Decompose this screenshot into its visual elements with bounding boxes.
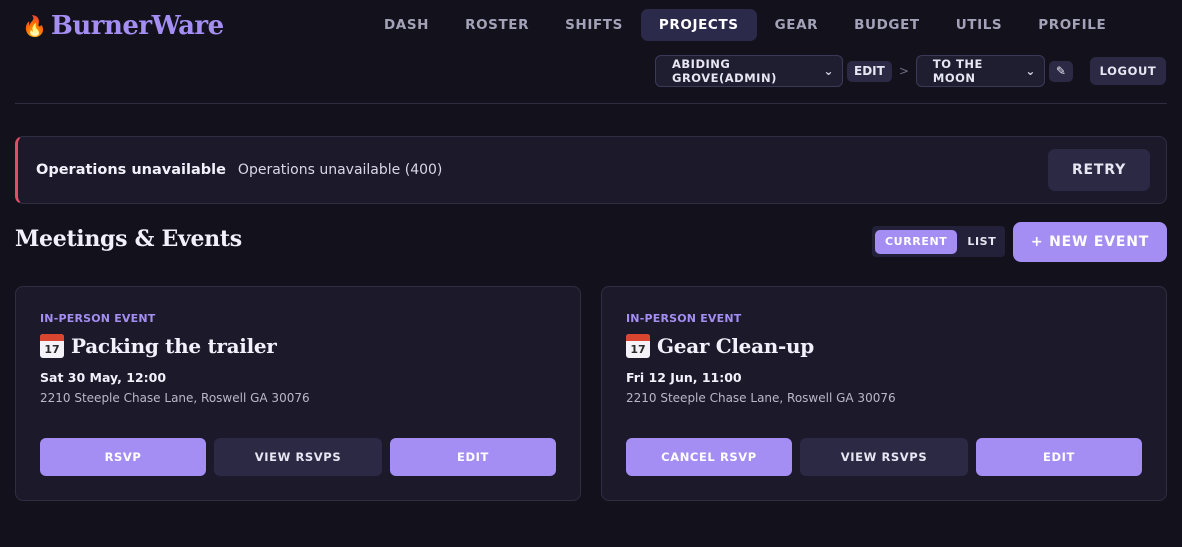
nav-item-projects[interactable]: PROJECTS	[640, 9, 757, 41]
event-address: 2210 Steeple Chase Lane, Roswell GA 3007…	[626, 391, 896, 405]
event-title: Gear Clean-up	[657, 334, 814, 358]
nav-item-roster[interactable]: ROSTER	[447, 9, 547, 41]
rsvp-button[interactable]: RSVP	[40, 438, 206, 476]
nav-item-utils[interactable]: UTILS	[938, 9, 1021, 41]
chevron-down-icon: ⌄	[823, 64, 834, 78]
main-nav: DASH ROSTER SHIFTS PROJECTS GEAR BUDGET …	[366, 9, 1124, 41]
project-select-value: TO THE MOON	[932, 57, 983, 85]
page-title: Meetings & Events	[15, 226, 242, 252]
chevron-down-icon: ⌄	[1025, 64, 1036, 78]
edit-project-button[interactable]: ✎	[1048, 60, 1073, 82]
logout-button[interactable]: LOGOUT	[1090, 57, 1166, 85]
breadcrumb-separator: >	[898, 64, 909, 78]
brand-name: BurnerWare	[50, 11, 224, 41]
view-toggle: CURRENT LIST	[872, 226, 1005, 257]
project-select[interactable]: TO THE MOON ⌄	[915, 55, 1045, 87]
nav-item-budget[interactable]: BUDGET	[836, 9, 938, 41]
alert-title: Operations unavailable	[36, 162, 226, 178]
cancel-rsvp-button[interactable]: CANCEL RSVP	[626, 438, 792, 476]
new-event-button[interactable]: + NEW EVENT	[1013, 222, 1167, 262]
pencil-icon: ✎	[1055, 64, 1066, 78]
event-address: 2210 Steeple Chase Lane, Roswell GA 3007…	[40, 391, 310, 405]
view-rsvps-button[interactable]: VIEW RSVPS	[800, 438, 968, 476]
nav-item-profile[interactable]: PROFILE	[1020, 9, 1124, 41]
edit-event-button[interactable]: EDIT	[976, 438, 1142, 476]
context-bar: ABIDING GROVE(ADMIN) ⌄ EDIT > TO THE MOO…	[655, 55, 1073, 87]
calendar-icon: 17	[40, 334, 64, 358]
event-card: IN-PERSON EVENT 17 Gear Clean-up Fri 12 …	[601, 286, 1167, 501]
view-rsvps-button[interactable]: VIEW RSVPS	[214, 438, 382, 476]
org-select[interactable]: ABIDING GROVE(ADMIN) ⌄	[655, 55, 843, 87]
nav-item-dash[interactable]: DASH	[366, 9, 447, 41]
brand-logo[interactable]: 🔥 BurnerWare	[22, 8, 224, 44]
nav-item-shifts[interactable]: SHIFTS	[547, 9, 641, 41]
retry-button[interactable]: RETRY	[1048, 149, 1150, 191]
toggle-list[interactable]: LIST	[957, 230, 1006, 254]
error-alert: Operations unavailable Operations unavai…	[15, 136, 1167, 204]
event-type: IN-PERSON EVENT	[40, 312, 156, 325]
event-type: IN-PERSON EVENT	[626, 312, 742, 325]
flame-icon: 🔥	[22, 14, 47, 38]
edit-org-button[interactable]: EDIT	[847, 60, 892, 82]
header-divider	[15, 103, 1167, 104]
alert-message: Operations unavailable (400)	[237, 162, 443, 178]
calendar-icon: 17	[626, 334, 650, 358]
toggle-current[interactable]: CURRENT	[875, 229, 958, 254]
event-date: Sat 30 May, 12:00	[40, 370, 167, 385]
event-card: IN-PERSON EVENT 17 Packing the trailer S…	[15, 286, 581, 501]
nav-item-gear[interactable]: GEAR	[757, 9, 837, 41]
event-title: Packing the trailer	[71, 334, 277, 358]
top-bar: 🔥 BurnerWare DASH ROSTER SHIFTS PROJECTS…	[0, 0, 1182, 52]
org-select-value: ABIDING GROVE(ADMIN)	[672, 57, 777, 85]
edit-event-button[interactable]: EDIT	[390, 438, 556, 476]
event-date: Fri 12 Jun, 11:00	[626, 370, 742, 385]
